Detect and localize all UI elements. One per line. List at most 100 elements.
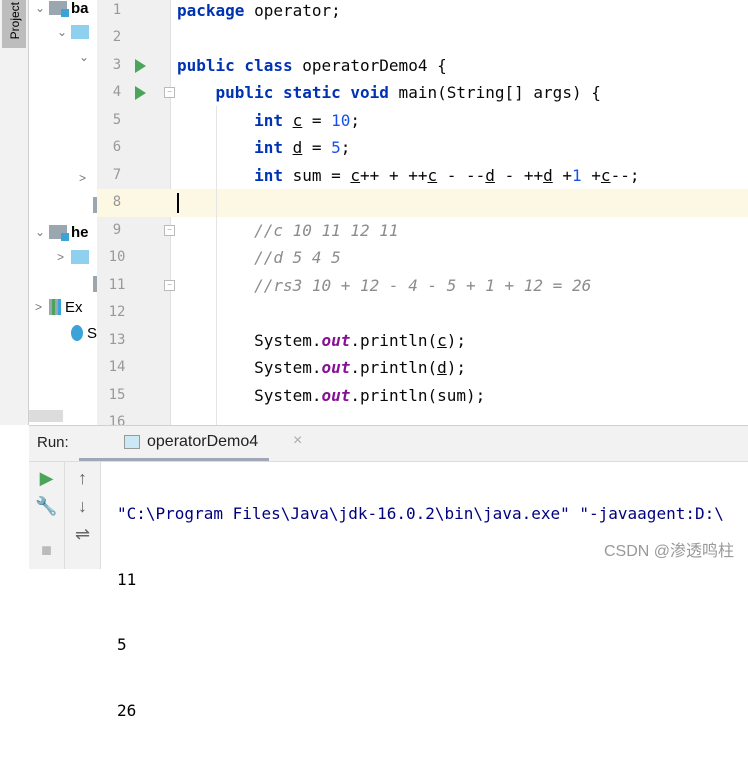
line-number: 3 (112, 56, 122, 73)
console-icon (124, 435, 140, 449)
code-token: c (350, 165, 361, 185)
horizontal-scrollbar[interactable] (29, 410, 63, 422)
code-token: System. (177, 330, 322, 350)
wrench-icon[interactable]: 🔧 (29, 496, 64, 517)
code-token: out (321, 330, 351, 350)
stop-icon[interactable]: ■ (29, 540, 64, 561)
module-folder-icon (49, 1, 69, 17)
code-token: 1 (572, 165, 582, 185)
project-tool-button[interactable]: Project (2, 0, 26, 48)
run-tab-bar: Run: operatorDemo4 × (29, 426, 748, 462)
tree-node[interactable]: ⌄ (79, 46, 93, 68)
code-line: int sum = c++ + ++c - --d - ++d +1 +c--; (177, 162, 639, 190)
line-number: 13 (108, 331, 126, 348)
arrow-up-icon[interactable]: ↑ (65, 468, 100, 489)
code-token: .println(sum); (350, 385, 486, 405)
code-token: ); (446, 330, 467, 350)
code-token: ); (446, 358, 467, 377)
code-line: System.out.println(sum); (177, 382, 485, 410)
chevron-down-icon[interactable]: ⌄ (79, 50, 93, 64)
code-token: - ++ (494, 165, 544, 185)
run-gutter-icon[interactable] (135, 86, 146, 100)
line-number: 1 (112, 1, 122, 18)
line-number: 15 (108, 386, 126, 403)
code-token: //c 10 11 12 11 (254, 220, 399, 240)
code-token: = (302, 110, 332, 130)
soft-wrap-icon[interactable]: ⇌ (65, 524, 100, 545)
chevron-down-icon[interactable]: ⌄ (35, 1, 49, 15)
run-gutter-icon[interactable] (135, 58, 146, 73)
code-token: out (321, 385, 351, 405)
chevron-right-icon[interactable]: > (79, 171, 93, 185)
code-token: main(String[] args) { (388, 83, 601, 102)
code-token: + (581, 165, 601, 185)
watermark: CSDN @渗透鸣柱 (603, 543, 734, 560)
code-token: int (254, 138, 283, 157)
line-number: 6 (112, 139, 122, 155)
chevron-right-icon[interactable]: > (35, 300, 49, 314)
tree-node[interactable]: ⌄ he (35, 221, 89, 243)
code-token: sum = (282, 165, 351, 185)
tree-node[interactable]: > Ex (35, 296, 83, 318)
line-number: 12 (108, 304, 126, 320)
code-token: out (321, 358, 351, 377)
tree-node[interactable] (79, 194, 97, 216)
code-token: System. (177, 358, 322, 377)
tree-node[interactable]: ⌄ (57, 21, 93, 43)
code-line: System.out.println(c); (177, 327, 466, 355)
tree-node[interactable]: > (79, 167, 93, 189)
code-token: int (254, 165, 283, 185)
console-line: 26 (117, 700, 137, 720)
code-token: int (254, 110, 283, 130)
line-number: 10 (108, 249, 126, 265)
console-output[interactable]: "C:\Program Files\Java\jdk-16.0.2\bin\ja… (117, 462, 748, 762)
fold-icon[interactable]: − (164, 87, 175, 98)
close-icon[interactable]: × (293, 432, 302, 450)
rerun-icon[interactable]: ▶ (29, 468, 64, 489)
fold-icon[interactable]: − (164, 224, 175, 236)
code-token: .println( (350, 330, 438, 350)
chevron-down-icon[interactable]: ⌄ (57, 25, 71, 39)
chevron-down-icon[interactable]: ⌄ (35, 225, 49, 239)
chevron-right-icon[interactable]: > (57, 250, 71, 264)
tree-node[interactable]: > (57, 246, 93, 268)
line-number: 7 (112, 166, 122, 183)
console-line: 5 (117, 635, 127, 654)
code-token: public class (177, 55, 293, 75)
code-token: System. (177, 385, 322, 405)
code-token: //d 5 4 5 (254, 248, 341, 267)
text-caret (177, 193, 179, 213)
tree-node-label: ba (71, 0, 89, 17)
tool-window-strip: Project (0, 0, 29, 425)
folder-icon (71, 25, 89, 39)
code-token: d (292, 138, 303, 157)
libraries-icon (49, 299, 61, 315)
code-token: operator; (244, 0, 341, 20)
code-token: c (437, 330, 447, 350)
tree-node[interactable] (79, 273, 97, 295)
fold-icon[interactable]: − (164, 279, 175, 291)
code-token: package (177, 0, 245, 20)
code-token: = (302, 138, 332, 157)
tree-node[interactable]: Sc (57, 322, 97, 344)
tree-node-label: Ex (65, 298, 83, 316)
tree-node-label: Sc (87, 324, 97, 342)
current-line-highlight (97, 189, 748, 217)
line-number: 9 (112, 221, 122, 238)
module-folder-icon (49, 225, 69, 241)
run-tab[interactable]: operatorDemo4 × (79, 426, 302, 461)
run-tab-label: operatorDemo4 (147, 433, 259, 450)
tree-node[interactable]: ⌄ ba (35, 0, 89, 19)
arrow-down-icon[interactable]: ↓ (65, 496, 100, 517)
code-token: --; (610, 165, 640, 185)
line-number: 5 (112, 111, 122, 128)
code-line: public static void main(String[] args) { (177, 79, 601, 107)
